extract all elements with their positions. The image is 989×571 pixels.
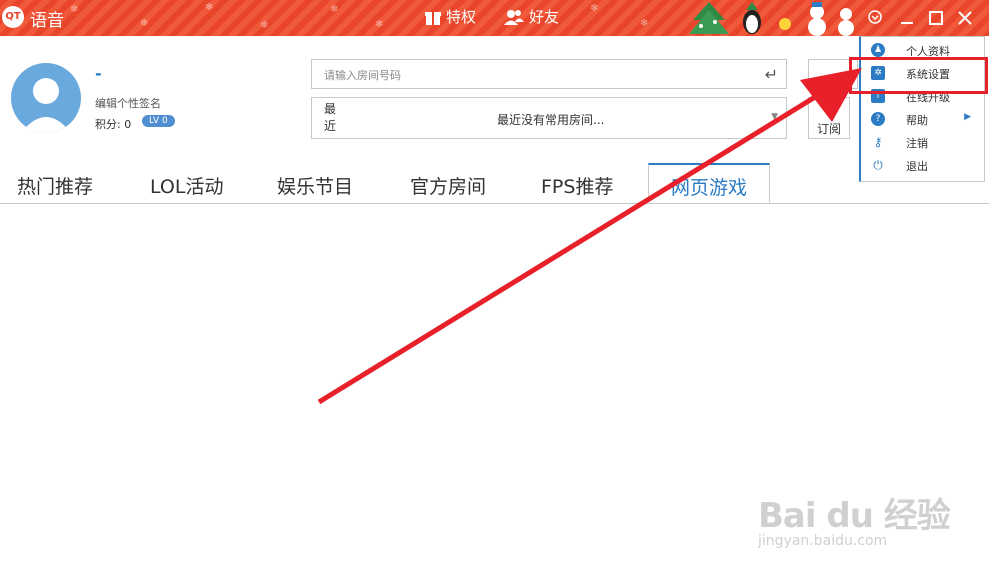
tab-entertainment[interactable]: 娱乐节目 <box>277 172 353 199</box>
snowflake-icon: ❄ <box>260 20 269 31</box>
help-icon: ? <box>871 112 885 126</box>
score-value: 0 <box>124 118 132 131</box>
user-silhouette-icon <box>21 78 71 133</box>
snowflake-icon: ❄ <box>375 19 384 30</box>
chevron-down-icon[interactable] <box>864 6 886 29</box>
level-badge: LV 0 <box>142 115 175 127</box>
snowflake-icon: ❄ <box>640 18 649 29</box>
recent-label: 最近 <box>324 102 337 133</box>
snowflake-icon: ❄ <box>70 4 79 15</box>
friends-label: 好友 <box>529 8 560 26</box>
minimize-icon[interactable] <box>896 6 918 29</box>
penguin-icon <box>743 2 761 34</box>
highlight-box <box>849 57 988 94</box>
snowflake-icon: ❄ <box>590 3 599 14</box>
recent-value: 最近没有常用房间... <box>497 113 605 127</box>
tab-fps[interactable]: FPS推荐 <box>541 172 613 199</box>
title-bar: QT 语音 ❄ ❄ ❄ ❄ ❄ ❄ ❄ ❄ 特权 好友 <box>0 0 989 36</box>
tab-hot[interactable]: 热门推荐 <box>17 172 93 199</box>
snowflake-icon: ❄ <box>140 18 149 29</box>
app-logo: QT <box>2 6 24 28</box>
nickname[interactable]: - <box>95 64 102 83</box>
tab-official[interactable]: 官方房间 <box>410 172 486 199</box>
christmas-tree-icon <box>689 2 729 34</box>
chevron-down-icon[interactable]: ▼ <box>771 112 778 122</box>
friends-button[interactable]: 好友 <box>503 6 559 27</box>
signature-link[interactable]: 编辑个性签名 <box>95 95 161 111</box>
snowman-icon <box>808 2 826 36</box>
firework-icon <box>779 18 791 30</box>
enter-icon[interactable]: ↵ <box>765 65 778 84</box>
watermark: Bai du 经验 jingyan.baidu.com <box>758 488 951 549</box>
privilege-button[interactable]: 特权 <box>424 6 476 27</box>
maximize-icon[interactable] <box>925 6 947 29</box>
user-icon: ♟ <box>871 43 885 57</box>
watermark-main: Bai du 经验 <box>758 496 951 536</box>
power-icon: ⏻ <box>873 158 883 172</box>
friends-icon <box>503 8 525 26</box>
subscribe-button[interactable]: 订阅 <box>808 97 850 139</box>
score-label: 积分: <box>95 118 121 131</box>
tab-web-games[interactable]: 网页游戏 <box>648 163 770 203</box>
menu-item-label: 退出 <box>906 160 928 173</box>
privilege-label: 特权 <box>446 8 477 26</box>
chevron-right-icon: ▶ <box>964 112 971 122</box>
close-icon[interactable] <box>954 6 976 29</box>
menu-item-exit[interactable]: ⏻ 退出 <box>861 154 985 176</box>
menu-item-help[interactable]: ? 帮助 ▶ <box>861 108 985 130</box>
key-icon: ⚷ <box>873 135 883 149</box>
menu-item-label: 注销 <box>906 137 928 150</box>
menu-item-logout[interactable]: ⚷ 注销 <box>861 131 985 153</box>
room-search: ↵ <box>311 59 787 90</box>
recent-rooms-select[interactable]: 最近 最近没有常用房间... ▼ <box>311 97 787 139</box>
app-name: 语音 <box>30 11 64 31</box>
tab-bar: 热门推荐 LOL活动 娱乐节目 官方房间 FPS推荐 网页游戏 <box>0 163 989 204</box>
snowman-icon <box>838 8 854 36</box>
menu-item-label: 帮助 <box>906 114 928 127</box>
snowflake-icon: ❄ <box>205 2 214 13</box>
avatar[interactable] <box>11 63 81 133</box>
tab-lol[interactable]: LOL活动 <box>150 172 223 199</box>
snowflake-icon: ❄ <box>330 4 339 15</box>
score: 积分: 0 <box>95 116 131 132</box>
gift-icon <box>424 8 442 26</box>
room-number-input[interactable] <box>322 60 746 90</box>
